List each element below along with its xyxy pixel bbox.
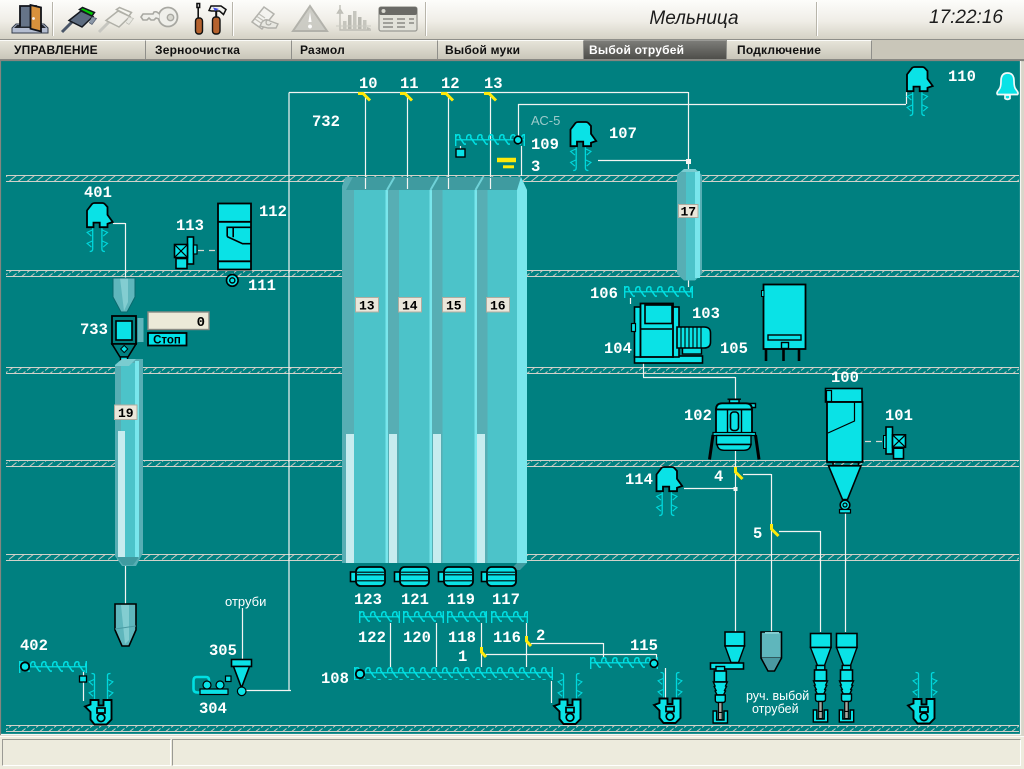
svg-text:10: 10 [359, 75, 378, 93]
svg-text:11: 11 [400, 75, 419, 93]
svg-text:115: 115 [630, 637, 658, 655]
svg-text:103: 103 [692, 305, 720, 323]
svg-text:13: 13 [359, 299, 375, 314]
svg-text:руч. выбой: руч. выбой [746, 689, 809, 703]
svg-text:4: 4 [714, 468, 723, 486]
svg-text:116: 116 [493, 629, 521, 647]
svg-text:3: 3 [531, 158, 540, 176]
svg-text:305: 305 [209, 642, 237, 660]
svg-text:112: 112 [259, 203, 287, 221]
svg-text:117: 117 [492, 591, 520, 609]
svg-text:0: 0 [197, 315, 205, 331]
svg-text:19: 19 [118, 406, 134, 421]
svg-text:110: 110 [948, 68, 976, 86]
svg-text:16: 16 [490, 299, 506, 314]
svg-text:102: 102 [684, 407, 712, 425]
svg-text:АС-5: АС-5 [531, 113, 560, 128]
svg-text:13: 13 [484, 75, 503, 93]
svg-text:113: 113 [176, 217, 204, 235]
svg-text:732: 732 [312, 113, 340, 131]
svg-text:733: 733 [80, 321, 108, 339]
svg-text:108: 108 [321, 670, 349, 688]
svg-text:106: 106 [590, 285, 618, 303]
svg-text:15: 15 [446, 299, 462, 314]
svg-text:119: 119 [447, 591, 475, 609]
svg-text:111: 111 [248, 277, 276, 295]
svg-text:402: 402 [20, 637, 48, 655]
svg-text:118: 118 [448, 629, 476, 647]
svg-text:105: 105 [720, 340, 748, 358]
svg-text:304: 304 [199, 700, 227, 718]
svg-text:120: 120 [403, 629, 431, 647]
svg-text:отруби: отруби [225, 594, 266, 609]
svg-text:109: 109 [531, 136, 559, 154]
svg-text:104: 104 [604, 340, 632, 358]
svg-text:1: 1 [458, 648, 467, 666]
svg-text:2: 2 [536, 627, 545, 645]
svg-text:107: 107 [609, 125, 637, 143]
svg-text:Стоп: Стоп [153, 335, 181, 347]
svg-text:17: 17 [681, 205, 697, 220]
svg-text:5: 5 [753, 525, 762, 543]
svg-text:401: 401 [84, 184, 112, 202]
svg-text:121: 121 [401, 591, 429, 609]
svg-text:114: 114 [625, 471, 653, 489]
svg-text:14: 14 [402, 299, 418, 314]
svg-text:отрубей: отрубей [752, 702, 799, 716]
svg-text:101: 101 [885, 407, 913, 425]
svg-text:122: 122 [358, 629, 386, 647]
svg-text:100: 100 [831, 369, 859, 387]
svg-text:123: 123 [354, 591, 382, 609]
svg-text:12: 12 [441, 75, 460, 93]
